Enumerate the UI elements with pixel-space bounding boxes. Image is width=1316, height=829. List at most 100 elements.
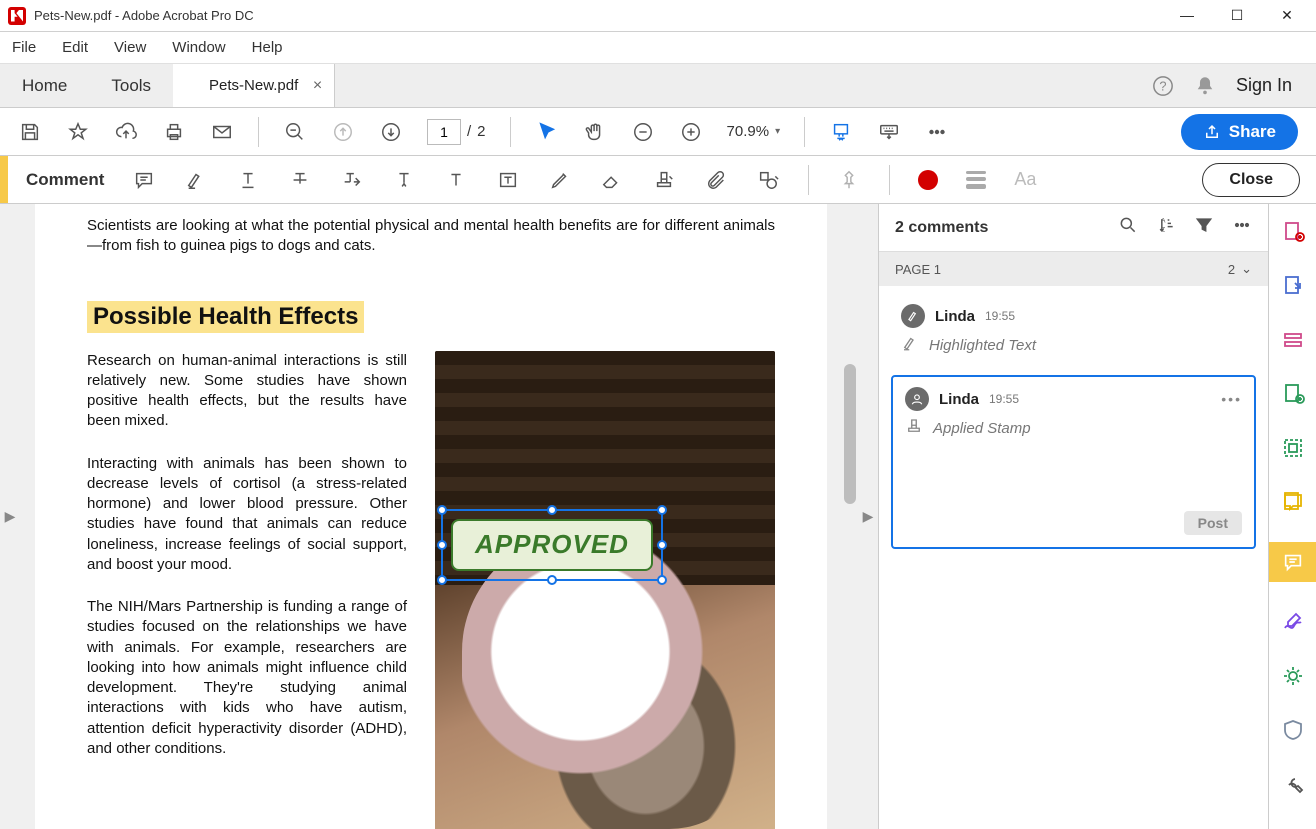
export-pdf-icon[interactable] xyxy=(1279,272,1307,300)
toolbar-separator xyxy=(510,117,511,147)
comment-item-active[interactable]: Linda 19:55 ••• Applied Stamp Post xyxy=(891,375,1256,549)
strikethrough-icon[interactable] xyxy=(288,168,312,192)
organize-pages-icon[interactable] xyxy=(1279,434,1307,462)
zoom-level[interactable]: 70.9% ▾ xyxy=(727,123,781,140)
color-picker-icon[interactable] xyxy=(918,170,938,190)
sort-comments-icon[interactable]: AZ xyxy=(1156,215,1176,240)
zoom-minus-icon[interactable] xyxy=(631,120,655,144)
minimize-button[interactable]: — xyxy=(1176,7,1198,24)
email-icon[interactable] xyxy=(210,120,234,144)
stamp-tool-icon[interactable] xyxy=(652,168,676,192)
close-window-button[interactable]: ✕ xyxy=(1276,7,1298,24)
save-icon[interactable] xyxy=(18,120,42,144)
menu-view[interactable]: View xyxy=(114,39,146,56)
comment-toolbar-label: Comment xyxy=(26,170,104,190)
star-icon[interactable] xyxy=(66,120,90,144)
fill-sign-icon[interactable] xyxy=(1279,608,1307,636)
doc-heading-highlighted[interactable]: Possible Health Effects xyxy=(87,301,364,333)
zoom-out-icon[interactable] xyxy=(283,120,307,144)
print-icon[interactable] xyxy=(162,120,186,144)
menu-help[interactable]: Help xyxy=(252,39,283,56)
approved-stamp[interactable]: APPROVED xyxy=(451,519,653,571)
resize-handle[interactable] xyxy=(657,540,667,550)
edit-pdf-icon[interactable] xyxy=(1279,326,1307,354)
close-comment-button[interactable]: Close xyxy=(1202,163,1300,197)
share-button[interactable]: Share xyxy=(1181,114,1298,150)
hand-tool-icon[interactable] xyxy=(583,120,607,144)
send-comments-icon[interactable] xyxy=(1279,488,1307,516)
page-separator: / xyxy=(467,123,471,140)
menu-file[interactable]: File xyxy=(12,39,36,56)
resize-handle[interactable] xyxy=(437,575,447,585)
comments-header: 2 comments AZ xyxy=(879,204,1268,252)
svg-text:A: A xyxy=(1161,218,1166,225)
prev-page-icon[interactable] xyxy=(331,120,355,144)
create-form-icon[interactable] xyxy=(1279,380,1307,408)
comment-tool-active[interactable] xyxy=(1269,542,1316,582)
comment-time: 19:55 xyxy=(989,392,1019,406)
pdf-page[interactable]: Scientists are looking at what the poten… xyxy=(35,204,827,829)
more-tools-rail-icon[interactable] xyxy=(1279,662,1307,690)
create-pdf-icon[interactable] xyxy=(1279,218,1307,246)
post-button[interactable]: Post xyxy=(1184,511,1242,535)
help-icon[interactable]: ? xyxy=(1152,75,1174,97)
resize-handle[interactable] xyxy=(547,505,557,515)
left-nav-toggle[interactable]: ▶ xyxy=(0,204,20,829)
page-current-input[interactable] xyxy=(427,119,461,145)
tab-tools[interactable]: Tools xyxy=(89,64,173,107)
filter-comments-icon[interactable] xyxy=(1194,215,1214,240)
page-total: 2 xyxy=(477,123,485,140)
insert-text-icon[interactable] xyxy=(392,168,416,192)
comments-page-row[interactable]: PAGE 1 2⌄ xyxy=(879,252,1268,286)
comments-more-icon[interactable] xyxy=(1232,215,1252,240)
text-properties-icon[interactable]: Aa xyxy=(1014,169,1036,190)
protect-icon[interactable] xyxy=(1279,716,1307,744)
zoom-plus-icon[interactable] xyxy=(679,120,703,144)
tab-row: Home Tools Pets-New.pdf × ? Sign In xyxy=(0,64,1316,108)
comment-more-icon[interactable]: ••• xyxy=(1221,391,1242,407)
menu-window[interactable]: Window xyxy=(172,39,225,56)
stamp-selection[interactable]: APPROVED xyxy=(441,509,663,581)
more-tools-icon[interactable] xyxy=(925,120,949,144)
maximize-button[interactable]: ☐ xyxy=(1226,7,1248,24)
selection-tool-icon[interactable] xyxy=(535,120,559,144)
replace-text-icon[interactable] xyxy=(340,168,364,192)
wrench-icon[interactable] xyxy=(1279,770,1307,798)
sticky-note-icon[interactable] xyxy=(132,168,156,192)
comment-reply-input[interactable] xyxy=(905,450,1242,506)
tab-home[interactable]: Home xyxy=(0,64,89,107)
next-page-icon[interactable] xyxy=(379,120,403,144)
resize-handle[interactable] xyxy=(657,575,667,585)
scrollbar-thumb[interactable] xyxy=(844,364,856,504)
tab-document[interactable]: Pets-New.pdf × xyxy=(173,64,335,107)
keyboard-icon[interactable] xyxy=(877,120,901,144)
resize-handle[interactable] xyxy=(437,505,447,515)
comment-item[interactable]: Linda 19:55 Highlighted Text xyxy=(891,296,1256,365)
tab-close-icon[interactable]: × xyxy=(313,77,322,95)
underline-icon[interactable] xyxy=(236,168,260,192)
chevron-down-icon: ⌄ xyxy=(1241,261,1252,277)
drawing-tools-icon[interactable] xyxy=(756,168,780,192)
right-nav-toggle[interactable]: ▶ xyxy=(858,204,878,829)
sign-in-link[interactable]: Sign In xyxy=(1236,75,1292,96)
line-thickness-icon[interactable] xyxy=(966,171,986,189)
highlight-avatar-icon xyxy=(901,304,925,328)
stamp-type-icon xyxy=(905,417,923,440)
highlighter-icon[interactable] xyxy=(184,168,208,192)
cloud-upload-icon[interactable] xyxy=(114,120,138,144)
search-comments-icon[interactable] xyxy=(1118,215,1138,240)
resize-handle[interactable] xyxy=(547,575,557,585)
fit-width-icon[interactable] xyxy=(829,120,853,144)
comment-separator xyxy=(889,165,890,195)
vertical-scrollbar[interactable] xyxy=(842,204,858,829)
attachment-icon[interactable] xyxy=(704,168,728,192)
eraser-icon[interactable] xyxy=(600,168,624,192)
resize-handle[interactable] xyxy=(437,540,447,550)
bell-icon[interactable] xyxy=(1194,75,1216,97)
pin-icon[interactable] xyxy=(837,168,861,192)
pencil-icon[interactable] xyxy=(548,168,572,192)
text-comment-icon[interactable] xyxy=(444,168,468,192)
resize-handle[interactable] xyxy=(657,505,667,515)
text-box-icon[interactable] xyxy=(496,168,520,192)
menu-edit[interactable]: Edit xyxy=(62,39,88,56)
